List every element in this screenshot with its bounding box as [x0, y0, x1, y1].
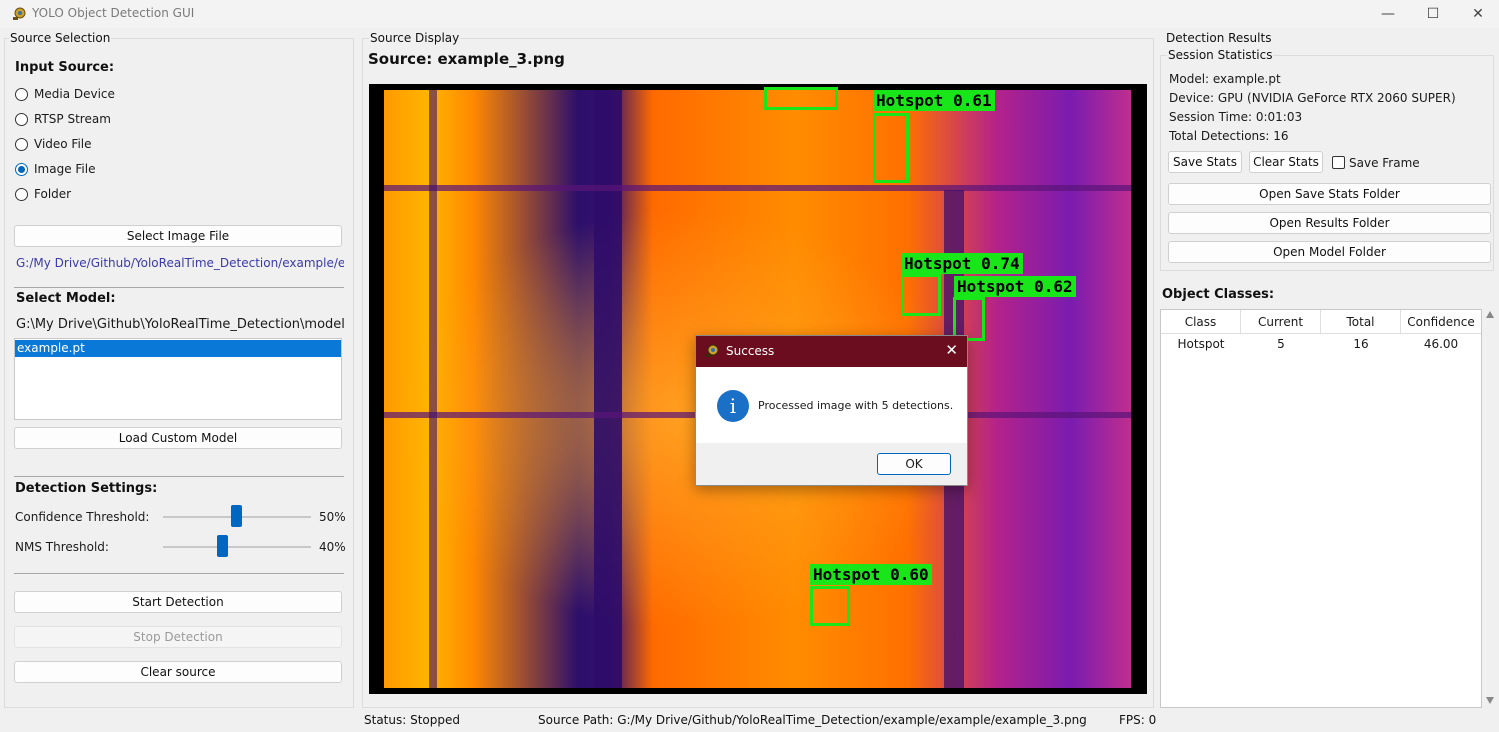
stats-total-detections: Total Detections: 16: [1169, 129, 1289, 143]
select-model-heading: Select Model:: [16, 291, 116, 306]
radio-folder[interactable]: Folder: [15, 187, 71, 201]
close-button[interactable]: ✕: [1455, 0, 1499, 28]
dialog-title: Success: [726, 344, 775, 358]
object-classes-table[interactable]: Class Current Total Confidence Hotspot 5…: [1160, 309, 1482, 708]
divider: [14, 287, 344, 288]
select-image-file-button[interactable]: Select Image File: [14, 225, 342, 247]
radio-circle[interactable]: [15, 87, 28, 101]
session-statistics-label: Session Statistics: [1167, 48, 1274, 62]
table-cell-total[interactable]: 16: [1321, 336, 1401, 352]
radio-video-file[interactable]: Video File: [15, 137, 92, 151]
radio-rtsp-stream[interactable]: RTSP Stream: [15, 112, 111, 126]
selected-file-path: G:/My Drive/Github/YoloRealTime_Detectio…: [16, 256, 344, 270]
nms-value: 40%: [319, 540, 346, 554]
detection-box: [764, 87, 838, 110]
save-stats-button[interactable]: Save Stats: [1168, 151, 1242, 173]
scroll-down-arrow-icon[interactable]: [1486, 697, 1494, 704]
minimize-button[interactable]: —: [1365, 0, 1411, 28]
stats-model: Model: example.pt: [1169, 72, 1281, 86]
dialog-close-icon[interactable]: ✕: [945, 341, 958, 359]
confidence-slider-thumb[interactable]: [231, 505, 242, 527]
confidence-threshold-label: Confidence Threshold:: [15, 510, 150, 524]
table-cell-confidence[interactable]: 46.00: [1401, 336, 1481, 352]
success-dialog: Success ✕ i Processed image with 5 detec…: [695, 335, 968, 486]
radio-circle-selected[interactable]: [15, 162, 28, 176]
radio-media-device[interactable]: Media Device: [15, 87, 115, 101]
model-list-item-selected[interactable]: example.pt: [15, 340, 341, 357]
column-header-current[interactable]: Current: [1241, 310, 1321, 334]
detection-box: [810, 586, 850, 626]
radio-label: Media Device: [34, 87, 115, 101]
start-detection-button[interactable]: Start Detection: [14, 591, 342, 613]
source-selection-label: Source Selection: [9, 31, 112, 45]
radio-label: Image File: [34, 162, 96, 176]
detection-box: [901, 274, 941, 316]
nms-slider-track[interactable]: [163, 546, 311, 548]
ok-button[interactable]: OK: [877, 453, 951, 475]
app-icon: [13, 7, 26, 20]
open-model-folder-button[interactable]: Open Model Folder: [1168, 241, 1491, 263]
load-custom-model-button[interactable]: Load Custom Model: [14, 427, 342, 449]
dialog-title-bar: Success ✕: [696, 336, 967, 367]
column-header-class[interactable]: Class: [1161, 310, 1241, 334]
dialog-message: Processed image with 5 detections.: [758, 399, 954, 412]
nms-slider-thumb[interactable]: [217, 535, 228, 557]
detection-label: Hotspot 0.61: [873, 90, 995, 111]
detection-results-label: Detection Results: [1166, 31, 1272, 45]
stop-detection-button[interactable]: Stop Detection: [14, 626, 342, 648]
source-title: Source: example_3.png: [368, 50, 565, 68]
model-listbox[interactable]: example.pt: [14, 338, 342, 420]
stats-device: Device: GPU (NVIDIA GeForce RTX 2060 SUP…: [1169, 91, 1456, 105]
column-header-confidence[interactable]: Confidence: [1401, 310, 1481, 334]
status-source-path: Source Path: G:/My Drive/Github/YoloReal…: [538, 713, 1087, 727]
table-cell-current[interactable]: 5: [1241, 336, 1321, 352]
source-display-label: Source Display: [369, 31, 461, 45]
radio-image-file[interactable]: Image File: [15, 162, 95, 176]
maximize-button[interactable]: ☐: [1410, 0, 1456, 28]
radio-label: Folder: [34, 187, 72, 201]
panel-gap: [429, 90, 437, 688]
open-save-stats-folder-button[interactable]: Open Save Stats Folder: [1168, 183, 1491, 205]
status-text: Status: Stopped: [364, 713, 460, 727]
window-title: YOLO Object Detection GUI: [32, 6, 195, 20]
scroll-up-arrow-icon[interactable]: [1486, 311, 1494, 318]
save-frame-checkbox[interactable]: [1332, 156, 1345, 169]
radio-circle[interactable]: [15, 112, 28, 126]
model-folder-path: G:\My Drive\Github\YoloRealTime_Detectio…: [16, 317, 345, 332]
object-classes-heading: Object Classes:: [1162, 287, 1275, 302]
input-source-heading: Input Source:: [15, 60, 115, 75]
detection-label: Hotspot 0.60: [810, 564, 932, 585]
radio-circle[interactable]: [15, 137, 28, 151]
confidence-value: 50%: [319, 510, 346, 524]
clear-stats-button[interactable]: Clear Stats: [1249, 151, 1323, 173]
panel-gap: [594, 90, 622, 688]
detection-label: Hotspot 0.74: [901, 253, 1023, 274]
column-header-total[interactable]: Total: [1321, 310, 1401, 334]
clear-source-button[interactable]: Clear source: [14, 661, 342, 683]
stats-session-time: Session Time: 0:01:03: [1169, 110, 1303, 124]
radio-label: RTSP Stream: [34, 112, 111, 126]
status-fps: FPS: 0: [1119, 713, 1157, 727]
detection-settings-heading: Detection Settings:: [15, 481, 158, 496]
divider: [14, 476, 344, 477]
radio-label: Video File: [34, 137, 92, 151]
title-bar: [0, 0, 1499, 28]
open-results-folder-button[interactable]: Open Results Folder: [1168, 212, 1491, 234]
detection-box: [873, 113, 909, 183]
save-frame-label: Save Frame: [1349, 156, 1420, 170]
detection-label: Hotspot 0.62: [954, 276, 1076, 297]
panel-gap: [384, 185, 1131, 191]
radio-circle[interactable]: [15, 187, 28, 201]
nms-threshold-label: NMS Threshold:: [15, 540, 109, 554]
dialog-footer: OK: [696, 443, 967, 485]
table-cell-class[interactable]: Hotspot: [1161, 336, 1241, 352]
divider: [14, 573, 344, 574]
info-icon: i: [717, 390, 749, 422]
dialog-app-icon: [706, 344, 719, 357]
